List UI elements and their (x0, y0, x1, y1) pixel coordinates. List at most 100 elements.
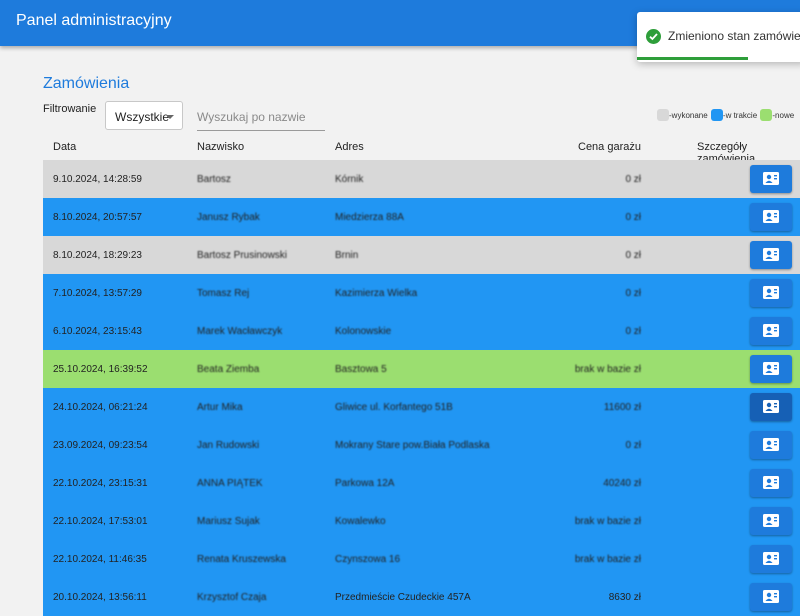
table-row: 8.10.2024, 20:57:57 Janusz Rybak Miedzie… (43, 198, 800, 236)
row-name: Bartosz Prusinowski (197, 250, 288, 261)
row-name: Marek Wacławczyk (197, 326, 283, 337)
order-details-button[interactable] (750, 241, 792, 269)
row-date: 9.10.2024, 14:28:59 (53, 174, 142, 185)
row-date: 8.10.2024, 18:29:23 (53, 250, 142, 261)
contact-card-icon (763, 324, 779, 337)
order-details-button[interactable] (750, 507, 792, 535)
contact-card-icon (763, 210, 779, 223)
row-address: Parkowa 12A (335, 478, 395, 489)
table-row: 22.10.2024, 17:53:01 Mariusz Sujak Kowal… (43, 502, 800, 540)
order-details-button[interactable] (750, 431, 792, 459)
orders-table-body: 9.10.2024, 14:28:59 Bartosz Kórnik 0 zł … (43, 160, 800, 616)
row-price: 0 zł (625, 440, 641, 451)
app-title: Panel administracyjny (16, 12, 172, 29)
row-price: 0 zł (625, 212, 641, 223)
row-name: Mariusz Sujak (197, 516, 260, 527)
table-row: 6.10.2024, 23:15:43 Marek Wacławczyk Kol… (43, 312, 800, 350)
contact-card-icon (763, 172, 779, 185)
status-legend: -wykonane -w trakcie -nowe (657, 109, 795, 123)
row-address: Kórnik (335, 174, 364, 185)
row-address: Czynszowa 16 (335, 554, 401, 565)
row-date: 22.10.2024, 11:46:35 (53, 554, 147, 565)
row-name: Artur Mika (197, 402, 243, 413)
row-price: 0 zł (625, 326, 641, 337)
contact-card-icon (763, 590, 779, 603)
filter-select[interactable]: Wszystkie (105, 101, 183, 130)
row-price: 0 zł (625, 250, 641, 261)
table-row: 7.10.2024, 13:57:29 Tomasz Rej Kazimierz… (43, 274, 800, 312)
order-details-button[interactable] (750, 317, 792, 345)
row-price: 0 zł (625, 288, 641, 299)
row-price: 11600 zł (603, 402, 641, 413)
legend-label-in-progress: -w trakcie (722, 110, 758, 120)
contact-card-icon (763, 286, 779, 299)
order-details-button[interactable] (750, 165, 792, 193)
order-details-button[interactable] (750, 203, 792, 231)
contact-card-icon (763, 552, 779, 565)
order-details-button[interactable] (750, 355, 792, 383)
order-details-button[interactable] (750, 545, 792, 573)
row-date: 8.10.2024, 20:57:57 (53, 212, 142, 223)
table-row: 22.10.2024, 11:46:35 Renata Kruszewska C… (43, 540, 800, 578)
row-price: brak w bazie zł (574, 364, 641, 375)
check-circle-icon (646, 29, 661, 44)
contact-card-icon (763, 400, 779, 413)
legend-swatch-done (657, 109, 669, 121)
row-address: Przedmieście Czudeckie 457A (335, 592, 471, 603)
contact-card-icon (763, 248, 779, 261)
row-address: Kazimierza Wielka (335, 288, 418, 299)
table-row: 9.10.2024, 14:28:59 Bartosz Kórnik 0 zł (43, 160, 800, 198)
notification-toast: Zmieniono stan zamówienia (637, 12, 800, 62)
main-content: Zamówienia Filtrowanie Wszystkie -wykona… (43, 46, 800, 616)
legend-label-new: -nowe (772, 110, 795, 120)
page-title: Zamówienia (43, 75, 130, 92)
row-date: 6.10.2024, 23:15:43 (53, 326, 142, 337)
row-address: Mokrany Stare pow.Biała Podlaska (335, 440, 490, 451)
row-name: Tomasz Rej (197, 288, 250, 299)
column-header-price: Cena garażu (578, 141, 641, 153)
row-price: 0 zł (625, 174, 641, 185)
contact-card-icon (763, 362, 779, 375)
chevron-down-icon (166, 115, 174, 119)
column-header-date: Data (53, 141, 77, 153)
contact-card-icon (763, 438, 779, 451)
column-header-name: Nazwisko (197, 141, 245, 153)
table-row: 24.10.2024, 06:21:24 Artur Mika Gliwice … (43, 388, 800, 426)
row-price: 8630 zł (608, 592, 641, 603)
row-address: Gliwice ul. Korfantego 51B (335, 402, 453, 413)
row-price: brak w bazie zł (574, 554, 641, 565)
order-details-button[interactable] (750, 279, 792, 307)
row-name: Krzysztof Czaja (197, 592, 267, 603)
row-address: Kowalewko (335, 516, 386, 527)
toast-progress-bar (637, 57, 748, 60)
row-address: Kolonowskie (335, 326, 392, 337)
row-price: 40240 zł (603, 478, 641, 489)
toast-message: Zmieniono stan zamówienia (668, 29, 800, 43)
order-details-button[interactable] (750, 393, 792, 421)
row-address: Miedzierza 88A (335, 212, 404, 223)
legend-label-done: -wykonane (669, 110, 708, 120)
row-price: brak w bazie zł (574, 516, 641, 527)
row-date: 22.10.2024, 17:53:01 (53, 516, 148, 527)
table-header: Data Nazwisko Adres Cena garażu Szczegół… (43, 139, 800, 165)
search-input[interactable] (197, 104, 325, 131)
row-date: 24.10.2024, 06:21:24 (53, 402, 148, 413)
table-row: 25.10.2024, 16:39:52 Beata Ziemba Baszto… (43, 350, 800, 388)
row-name: ANNA PIĄTEK (197, 478, 263, 489)
legend-swatch-in-progress (710, 109, 723, 121)
row-date: 23.09.2024, 09:23:54 (53, 440, 148, 451)
order-details-button[interactable] (750, 583, 792, 611)
row-date: 20.10.2024, 13:56:11 (53, 592, 147, 603)
row-date: 25.10.2024, 16:39:52 (53, 364, 148, 375)
row-date: 22.10.2024, 23:15:31 (53, 478, 148, 489)
contact-card-icon (763, 476, 779, 489)
table-row: 20.10.2024, 13:56:11 Krzysztof Czaja Prz… (43, 578, 800, 616)
column-header-address: Adres (335, 141, 364, 153)
table-row: 22.10.2024, 23:15:31 ANNA PIĄTEK Parkowa… (43, 464, 800, 502)
contact-card-icon (763, 514, 779, 527)
row-name: Janusz Rybak (197, 212, 260, 223)
order-details-button[interactable] (750, 469, 792, 497)
table-row: 8.10.2024, 18:29:23 Bartosz Prusinowski … (43, 236, 800, 274)
row-address: Brnin (335, 250, 359, 261)
row-name: Beata Ziemba (197, 364, 260, 375)
